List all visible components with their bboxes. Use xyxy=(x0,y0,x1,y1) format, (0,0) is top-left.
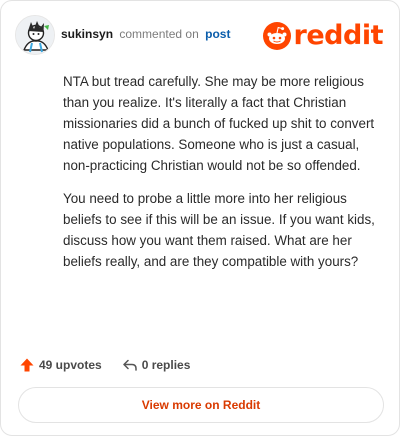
comment-header: sukinsyn commented on post reddit xyxy=(15,15,385,55)
reply-button[interactable]: 0 replies xyxy=(122,357,191,373)
upvote-count: 49 upvotes xyxy=(39,358,102,372)
comment-body: NTA but tread carefully. She may be more… xyxy=(63,71,375,272)
post-link[interactable]: post xyxy=(205,27,230,41)
reddit-wordmark: reddit xyxy=(293,20,384,51)
username-link[interactable]: sukinsyn xyxy=(61,27,113,41)
avatar[interactable] xyxy=(15,15,55,55)
upvote-button[interactable]: 49 upvotes xyxy=(19,357,102,373)
user-avatar-icon xyxy=(16,16,54,54)
comment-meta: sukinsyn commented on post xyxy=(61,27,230,41)
reply-count: 0 replies xyxy=(141,358,191,372)
reply-arrow-icon xyxy=(122,359,137,371)
comment-actions: 49 upvotes 0 replies xyxy=(19,356,190,374)
comment-paragraph: NTA but tread carefully. She may be more… xyxy=(63,74,375,173)
reddit-logo[interactable]: reddit xyxy=(262,20,384,51)
commented-on-text: commented on xyxy=(119,27,199,41)
reddit-snoo-icon xyxy=(262,22,291,50)
comment-paragraph: You need to probe a little more into her… xyxy=(63,191,375,269)
upvote-arrow-icon xyxy=(20,358,34,372)
embedded-comment-card: sukinsyn commented on post reddit NTA bu… xyxy=(0,0,400,436)
view-more-button[interactable]: View more on Reddit xyxy=(18,387,384,423)
